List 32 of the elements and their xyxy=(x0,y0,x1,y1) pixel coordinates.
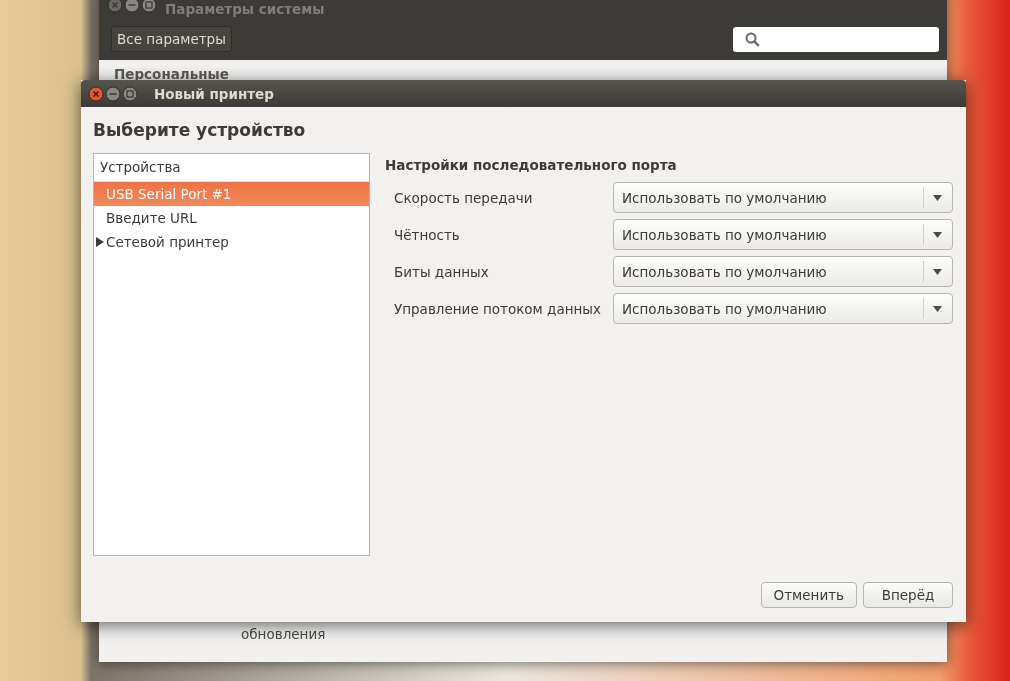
field-label: Скорость передачи xyxy=(393,189,534,206)
field-label: Чётность xyxy=(393,226,461,243)
caret-icon xyxy=(933,231,942,238)
dialog-heading: Выберите устройство xyxy=(92,119,307,142)
field-label: Управление потоком данных xyxy=(393,300,602,317)
caret-icon xyxy=(933,194,942,201)
window-title: Параметры системы xyxy=(165,0,325,17)
null[interactable]: Отменить xyxy=(760,582,857,608)
dropdown[interactable]: Использовать по умолчанию xyxy=(613,293,953,324)
close-button[interactable] xyxy=(88,86,104,101)
expander-icon[interactable] xyxy=(95,237,105,247)
search-field[interactable] xyxy=(733,26,939,52)
minimize-button[interactable] xyxy=(124,0,140,13)
section-heading: Настройки последовательного порта xyxy=(385,156,678,175)
null[interactable]: Вперёд xyxy=(863,582,953,608)
device-list-item[interactable]: Сетевой принтер xyxy=(94,230,369,254)
minimize-button[interactable] xyxy=(105,86,121,101)
dropdown[interactable]: Использовать по умолчанию xyxy=(613,219,953,250)
maximize-button[interactable] xyxy=(141,0,157,13)
close-button[interactable] xyxy=(107,0,123,13)
caret-icon xyxy=(933,268,942,275)
dropdown[interactable]: Использовать по умолчанию xyxy=(613,182,953,213)
search-icon xyxy=(745,31,760,47)
field-label: Биты данных xyxy=(393,263,490,280)
maximize-button[interactable] xyxy=(122,86,138,101)
caret-icon xyxy=(933,305,942,312)
device-list-item[interactable]: Введите URL xyxy=(94,206,369,230)
window-title: Новый принтер xyxy=(154,85,274,102)
all-settings-button[interactable]: Все параметры xyxy=(111,26,232,52)
section-heading: Персональные xyxy=(113,65,230,82)
dropdown[interactable]: Использовать по умолчанию xyxy=(613,256,953,287)
settings-item-label[interactable]: обновления xyxy=(241,626,326,642)
